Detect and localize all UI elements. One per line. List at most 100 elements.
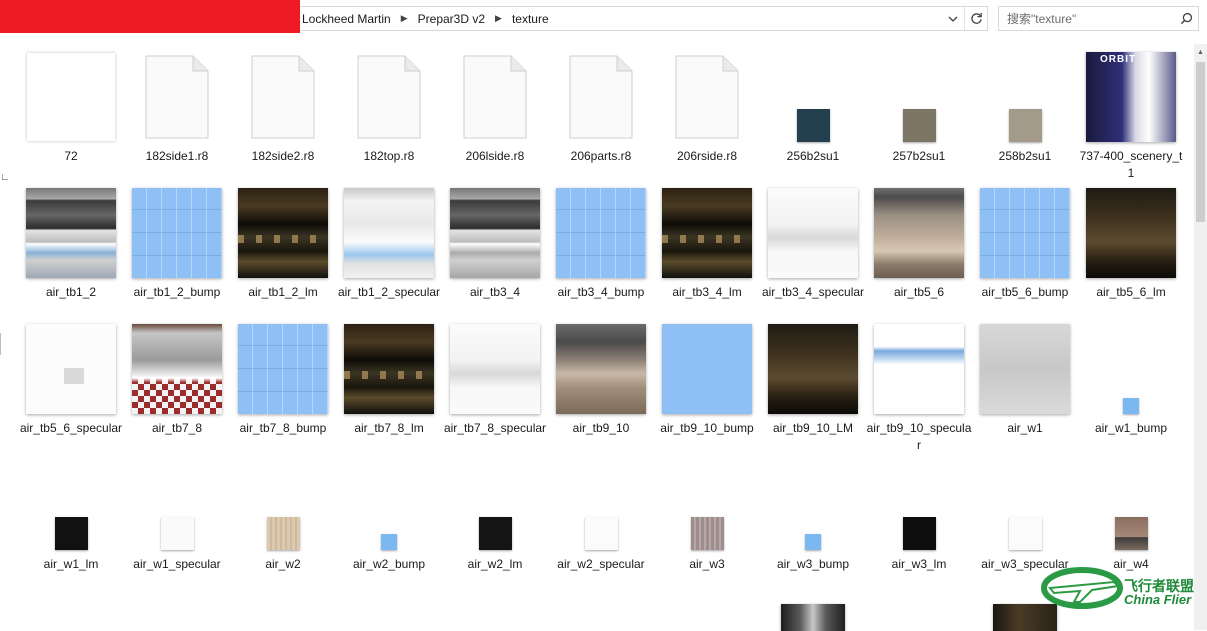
texture-thumbnail	[450, 188, 540, 278]
file-item[interactable]: 206parts.r8	[548, 48, 654, 184]
file-name: 206parts.r8	[570, 149, 632, 163]
file-name: air_tb9_10_specular	[866, 421, 972, 452]
file-item[interactable]: air_w1	[972, 320, 1078, 456]
file-name: 182side1.r8	[145, 149, 209, 163]
search-input[interactable]: 搜索"texture"	[1007, 10, 1174, 27]
airplane-logo-icon	[1041, 567, 1123, 609]
texture-thumbnail	[902, 517, 936, 550]
file-name: air_tb1_2	[45, 285, 97, 299]
file-item[interactable]: air_tb7_8_specular	[442, 320, 548, 456]
file-name: air_w2_lm	[467, 557, 523, 571]
texture-thumbnail	[238, 188, 328, 278]
file-name: air_tb5_6_specular	[19, 421, 123, 435]
file-item[interactable]: air_w2_specular	[548, 456, 654, 592]
file-item[interactable]: air_tb5_6_specular	[18, 320, 124, 456]
scrollbar-thumb[interactable]	[1196, 62, 1205, 222]
texture-thumbnail	[584, 517, 618, 550]
breadcrumb-separator-icon[interactable]: ▶	[393, 13, 416, 24]
texture-thumbnail	[874, 188, 964, 278]
file-item[interactable]: air_tb5_6	[866, 184, 972, 320]
texture-thumbnail	[1086, 188, 1176, 278]
file-name: air_tb1_2_lm	[248, 285, 318, 299]
file-name: air_w2	[265, 557, 301, 571]
file-item[interactable]: air_tb5_6_lm	[1078, 184, 1184, 320]
file-name: air_w3	[689, 557, 725, 571]
document-icon	[463, 55, 527, 139]
breadcrumb-texture[interactable]: texture	[510, 12, 551, 26]
refresh-icon[interactable]	[965, 7, 987, 30]
file-item[interactable]: air_tb7_8_bump	[230, 320, 336, 456]
file-name: 72	[64, 149, 78, 163]
file-item[interactable]: 257b2su1	[866, 48, 972, 184]
file-item[interactable]: 182side2.r8	[230, 48, 336, 184]
blank-thumbnail	[27, 53, 115, 141]
file-item[interactable]: air_w2_lm	[442, 456, 548, 592]
file-item[interactable]: air_tb9_10	[548, 320, 654, 456]
texture-thumbnail	[478, 517, 512, 550]
search-box[interactable]: 搜索"texture"	[998, 6, 1199, 31]
file-name: air_tb5_6_bump	[981, 285, 1069, 299]
texture-thumbnail	[1086, 52, 1176, 142]
file-item[interactable]: air_tb9_10_specular	[866, 320, 972, 456]
breadcrumb-lockheed-martin[interactable]: Lockheed Martin	[300, 12, 393, 26]
file-item[interactable]: air_tb1_2_bump	[124, 184, 230, 320]
file-item[interactable]: 206rside.r8	[654, 48, 760, 184]
file-item[interactable]: 206lside.r8	[442, 48, 548, 184]
file-item[interactable]: 182top.r8	[336, 48, 442, 184]
texture-thumbnail	[450, 324, 540, 414]
file-name: air_tb9_10_LM	[772, 421, 854, 435]
file-item[interactable]: 258b2su1	[972, 48, 1078, 184]
file-item[interactable]: 72	[18, 48, 124, 184]
breadcrumb-separator-icon[interactable]: ▶	[487, 13, 510, 24]
search-icon[interactable]	[1174, 12, 1198, 25]
texture-thumbnail	[556, 188, 646, 278]
file-item[interactable]: air_w3_lm	[866, 456, 972, 592]
file-item[interactable]: air_tb7_8	[124, 320, 230, 456]
file-item[interactable]: air_tb7_8_lm	[336, 320, 442, 456]
file-item[interactable]: air_w1_bump	[1078, 320, 1184, 456]
file-item[interactable]: air_w2_bump	[336, 456, 442, 592]
file-name: 737-400_scenery_t1	[1079, 149, 1183, 180]
file-item[interactable]: air_tb9_10_bump	[654, 320, 760, 456]
file-item[interactable]: air_tb3_4_bump	[548, 184, 654, 320]
file-item[interactable]: air_w3	[654, 456, 760, 592]
file-name: 182top.r8	[363, 149, 415, 163]
file-item[interactable]: air_w1_specular	[124, 456, 230, 592]
file-name: air_tb3_4	[469, 285, 521, 299]
texture-thumbnail	[1008, 517, 1042, 550]
breadcrumb-prepar3d-v2[interactable]: Prepar3D v2	[416, 12, 487, 26]
file-item[interactable]: air_w1_lm	[18, 456, 124, 592]
texture-thumbnail-partial[interactable]	[781, 604, 845, 631]
file-item[interactable]: air_tb3_4_lm	[654, 184, 760, 320]
file-item[interactable]: air_tb5_6_bump	[972, 184, 1078, 320]
chevron-down-icon[interactable]	[942, 7, 964, 30]
texture-thumbnail	[1008, 109, 1042, 142]
file-item[interactable]: air_tb3_4_specular	[760, 184, 866, 320]
watermark-english-text: China Flier	[1124, 592, 1192, 607]
file-name: air_tb7_8_lm	[354, 421, 424, 435]
file-name: air_w1_bump	[1094, 421, 1168, 435]
file-item[interactable]: air_tb1_2	[18, 184, 124, 320]
texture-thumbnail	[1123, 398, 1139, 414]
file-name: air_w3_bump	[776, 557, 850, 571]
address-bar[interactable]: Lockheed Martin ▶ Prepar3D v2 ▶ texture	[300, 6, 988, 31]
file-item[interactable]: air_tb3_4	[442, 184, 548, 320]
file-name: air_w3_lm	[891, 557, 947, 571]
file-name: air_w1_specular	[133, 557, 221, 571]
file-item[interactable]: air_tb1_2_specular	[336, 184, 442, 320]
file-item[interactable]: 737-400_scenery_t1	[1078, 48, 1184, 184]
scroll-up-icon[interactable]: ▲	[1194, 44, 1207, 60]
file-item[interactable]: air_w3_bump	[760, 456, 866, 592]
file-name: air_tb3_4_bump	[557, 285, 645, 299]
file-item[interactable]: 256b2su1	[760, 48, 866, 184]
file-name: air_tb9_10	[572, 421, 630, 435]
texture-thumbnail	[26, 324, 116, 414]
file-item[interactable]: air_tb9_10_LM	[760, 320, 866, 456]
vertical-scrollbar[interactable]: ▲	[1194, 44, 1207, 630]
file-item[interactable]: air_tb1_2_lm	[230, 184, 336, 320]
file-name: 206lside.r8	[465, 149, 525, 163]
file-name: air_tb3_4_lm	[672, 285, 742, 299]
texture-thumbnail	[160, 517, 194, 550]
file-item[interactable]: air_w2	[230, 456, 336, 592]
file-item[interactable]: 182side1.r8	[124, 48, 230, 184]
